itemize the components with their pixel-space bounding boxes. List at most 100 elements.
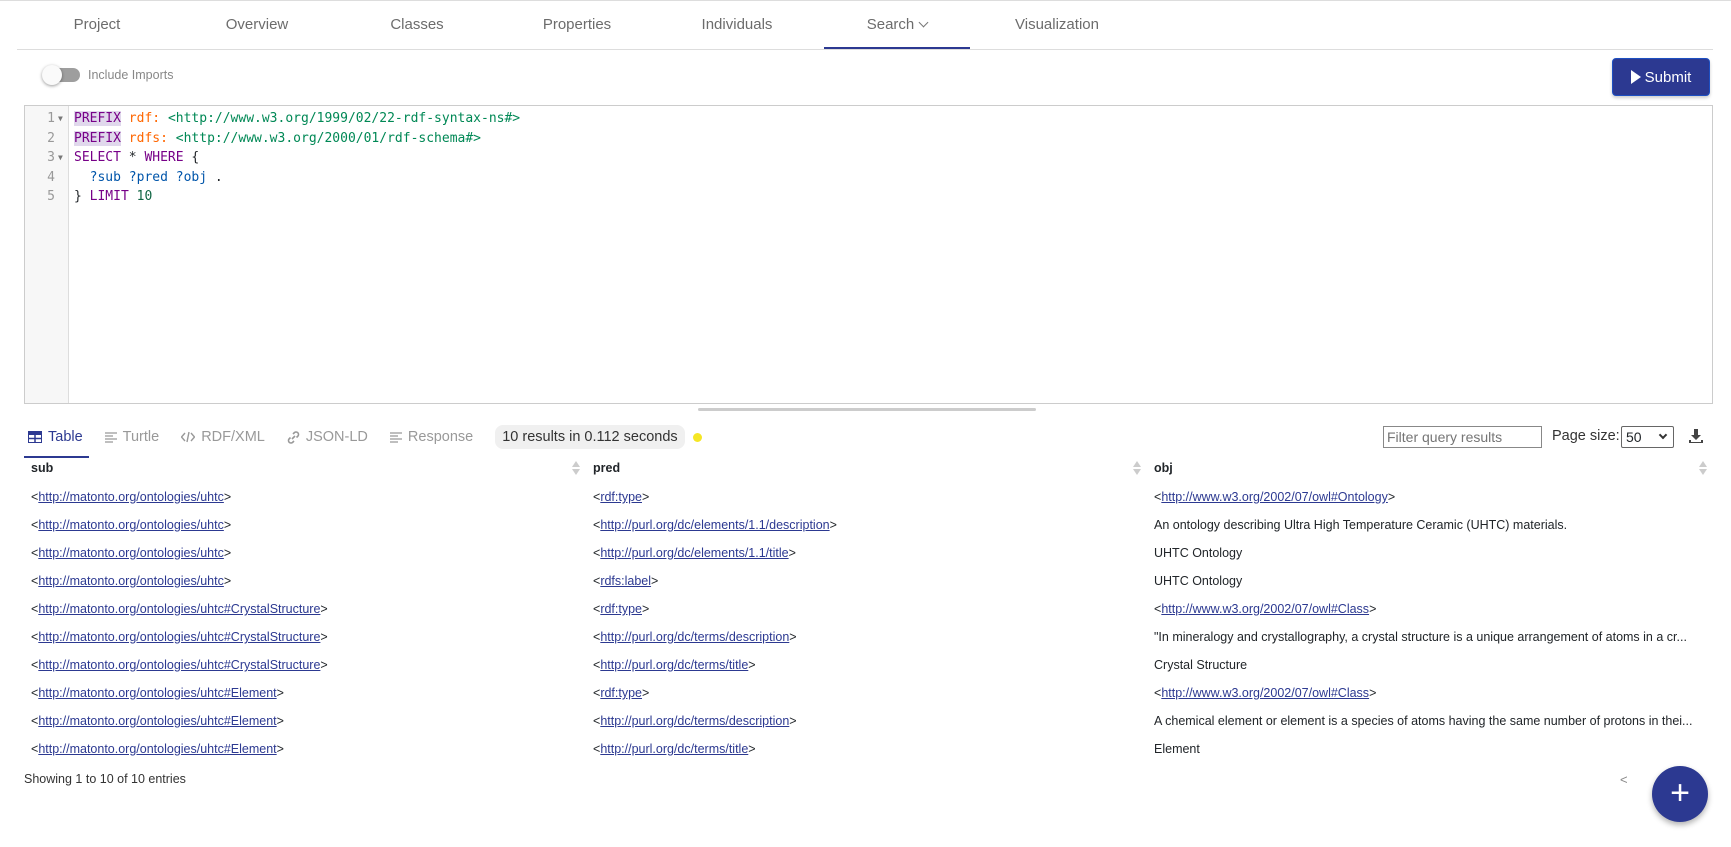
result-tab-rdfxml[interactable]: RDF/XML xyxy=(181,422,265,452)
table-cell: <http://purl.org/dc/terms/title> xyxy=(593,658,756,672)
tab-overview[interactable]: Overview xyxy=(177,1,337,49)
sort-icon[interactable] xyxy=(572,461,580,475)
iri-link[interactable]: rdf:type xyxy=(600,490,642,504)
table-cell: "In mineralogy and crystallography, a cr… xyxy=(1147,623,1713,651)
line-number: 5 xyxy=(47,189,55,204)
tab-properties[interactable]: Properties xyxy=(497,1,657,49)
column-header-obj[interactable]: obj xyxy=(1147,453,1713,483)
iri-link[interactable]: rdfs:label xyxy=(600,574,651,588)
literal-value: "In mineralogy and crystallography, a cr… xyxy=(1154,630,1687,644)
result-tab-response[interactable]: Response xyxy=(389,422,473,452)
table-cell: <http://purl.org/dc/elements/1.1/title> xyxy=(593,546,796,560)
table-row: <http://matonto.org/ontologies/uhtc#Crys… xyxy=(24,623,1713,651)
iri-link[interactable]: http://www.w3.org/2002/07/owl#Ontology xyxy=(1161,490,1388,504)
editor-resize-handle[interactable] xyxy=(698,408,1036,411)
code-token: PREFIX xyxy=(74,111,121,126)
tab-label: Overview xyxy=(225,16,289,33)
line-number: 4 xyxy=(47,169,55,185)
sort-icon[interactable] xyxy=(1699,461,1707,475)
iri-link[interactable]: http://matonto.org/ontologies/uhtc xyxy=(38,518,224,532)
table-cell: UHTC Ontology xyxy=(1147,539,1713,567)
iri-link[interactable]: http://matonto.org/ontologies/uhtc#Eleme… xyxy=(38,742,276,756)
code-line: ?sub ?pred ?obj . xyxy=(74,167,223,188)
result-tab-jsonld[interactable]: JSON-LD xyxy=(287,422,368,452)
fold-arrow-icon[interactable]: ▼ xyxy=(58,153,63,162)
result-tab-turtle[interactable]: Turtle xyxy=(104,422,160,452)
iri-link[interactable]: http://matonto.org/ontologies/uhtc#Cryst… xyxy=(38,630,320,644)
tab-label: Project xyxy=(73,16,121,33)
results-table: sub pred obj <http://matonto.org/ontologies… xyxy=(24,453,1713,763)
column-header-sub[interactable]: sub xyxy=(24,453,586,483)
code-token: ?obj xyxy=(175,169,208,185)
tab-project[interactable]: Project xyxy=(17,1,177,49)
code-token: ?pred xyxy=(128,169,168,185)
iri-link[interactable]: http://matonto.org/ontologies/uhtc#Cryst… xyxy=(38,658,320,672)
iri-link[interactable]: http://matonto.org/ontologies/uhtc xyxy=(38,546,224,560)
iri-link[interactable]: rdf:type xyxy=(600,602,642,616)
table-cell: <http://www.w3.org/2002/07/owl#Ontology> xyxy=(1154,490,1396,504)
iri-link[interactable]: http://purl.org/dc/terms/title xyxy=(600,742,748,756)
literal-value: Element xyxy=(1154,742,1200,756)
submit-label: Submit xyxy=(1644,68,1692,86)
submit-button[interactable]: Submit xyxy=(1612,58,1710,96)
code-token: LIMIT xyxy=(89,189,129,204)
iri-link[interactable]: http://purl.org/dc/terms/description xyxy=(600,714,789,728)
sparql-editor[interactable]: 1 ▼ PREFIX rdf: <http://www.w3.org/1999/02… xyxy=(24,105,1713,404)
iri-link[interactable]: http://www.w3.org/2002/07/owl#Class xyxy=(1161,686,1369,700)
sort-icon[interactable] xyxy=(1133,461,1141,475)
tab-visualization[interactable]: Visualization xyxy=(977,1,1137,49)
table-icon xyxy=(28,431,42,443)
link-icon xyxy=(287,430,300,444)
tab-individuals[interactable]: Individuals xyxy=(657,1,817,49)
table-row: <http://matonto.org/ontologies/uhtc#Elem… xyxy=(24,707,1713,735)
lines-icon xyxy=(389,431,402,443)
table-cell: Crystal Structure xyxy=(1147,651,1713,679)
result-tab-table[interactable]: Table xyxy=(24,422,89,458)
iri-link[interactable]: http://purl.org/dc/elements/1.1/title xyxy=(600,546,788,560)
toggle-knob xyxy=(42,65,62,85)
page-size-select[interactable]: 50 xyxy=(1621,426,1674,448)
page-size-label: Page size: xyxy=(1552,428,1620,444)
table-row: <http://matonto.org/ontologies/uhtc> <rdf… xyxy=(24,483,1713,511)
iri-link[interactable]: http://matonto.org/ontologies/uhtc#Eleme… xyxy=(38,686,276,700)
table-cell: <http://matonto.org/ontologies/uhtc> xyxy=(31,546,232,560)
previous-page-button[interactable]: < xyxy=(1620,772,1628,787)
iri-link[interactable]: http://purl.org/dc/terms/title xyxy=(600,658,748,672)
iri-link[interactable]: http://matonto.org/ontologies/uhtc xyxy=(38,490,224,504)
tab-search[interactable]: Search xyxy=(817,1,977,49)
table-cell: Element xyxy=(1147,735,1713,763)
include-imports-toggle[interactable] xyxy=(42,65,80,85)
code-token: . xyxy=(207,169,223,185)
line-number: 1 xyxy=(47,111,55,126)
tab-classes[interactable]: Classes xyxy=(337,1,497,49)
filter-results-input[interactable] xyxy=(1383,426,1542,448)
iri-link[interactable]: http://purl.org/dc/terms/description xyxy=(600,630,789,644)
code-token: <http://www.w3.org/1999/02/22-rdf-syntax… xyxy=(167,111,521,126)
chevron-down-icon xyxy=(918,17,929,28)
play-icon xyxy=(1630,70,1641,84)
download-icon[interactable] xyxy=(1688,428,1704,444)
iri-link[interactable]: http://matonto.org/ontologies/uhtc#Eleme… xyxy=(38,714,276,728)
iri-link[interactable]: http://matonto.org/ontologies/uhtc xyxy=(38,574,224,588)
iri-link[interactable]: rdf:type xyxy=(600,686,642,700)
nav-divider xyxy=(17,49,1713,50)
table-cell: <http://www.w3.org/2002/07/owl#Class> xyxy=(1154,602,1377,616)
results-summary-badge: 10 results in 0.112 seconds xyxy=(495,425,685,449)
table-row: <http://matonto.org/ontologies/uhtc> <htt… xyxy=(24,511,1713,539)
code-token: * xyxy=(120,150,145,165)
fold-arrow-icon[interactable]: ▼ xyxy=(58,114,63,123)
result-tab-label: Turtle xyxy=(122,429,160,445)
iri-link[interactable]: http://purl.org/dc/elements/1.1/descript… xyxy=(600,518,829,532)
iri-link[interactable]: http://www.w3.org/2002/07/owl#Class xyxy=(1161,602,1369,616)
iri-link[interactable]: http://matonto.org/ontologies/uhtc#Cryst… xyxy=(38,602,320,616)
entries-info: Showing 1 to 10 of 10 entries xyxy=(24,772,186,786)
column-header-pred[interactable]: pred xyxy=(586,453,1147,483)
code-token: ?sub xyxy=(89,169,121,185)
add-fab-button[interactable]: + xyxy=(1652,766,1708,822)
table-cell: <http://matonto.org/ontologies/uhtc> xyxy=(31,574,232,588)
literal-value: UHTC Ontology xyxy=(1154,546,1243,560)
